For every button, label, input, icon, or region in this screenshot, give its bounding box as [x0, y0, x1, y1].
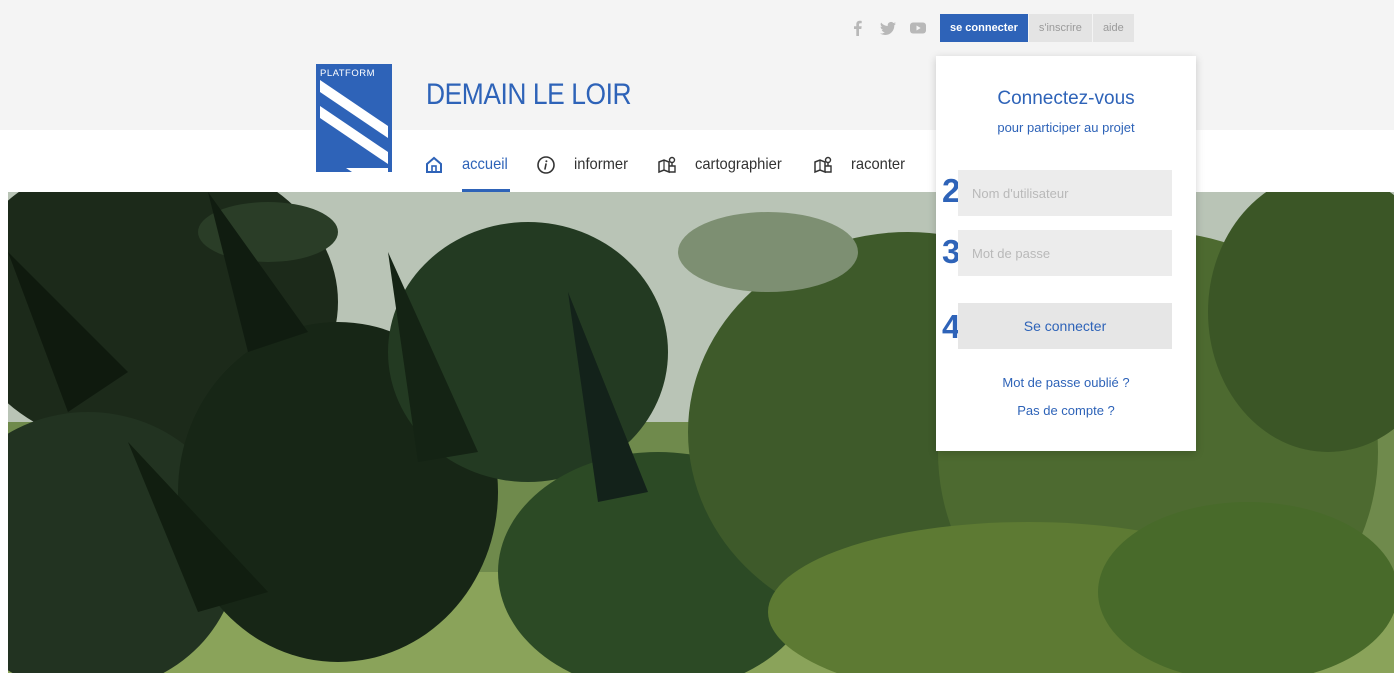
no-account-link[interactable]: Pas de compte ?: [936, 403, 1196, 418]
nav-item-informer[interactable]: informer: [536, 148, 633, 182]
facebook-icon[interactable]: [848, 18, 868, 38]
logo-text: PLATFORM: [320, 68, 376, 79]
login-subtitle: pour participer au projet: [997, 120, 1135, 135]
nav-label-raconter: raconter: [850, 156, 905, 173]
nav-item-raconter[interactable]: raconter: [813, 148, 910, 182]
info-icon: [536, 155, 556, 175]
username-input[interactable]: [958, 170, 1172, 216]
site-title[interactable]: DEMAIN LE LOIR: [426, 78, 632, 112]
home-icon: [424, 155, 444, 175]
account-tabs: se connecter s'inscrire aide: [940, 14, 1134, 42]
twitter-icon[interactable]: [878, 18, 898, 38]
nav-item-cartographier[interactable]: cartographier: [657, 148, 789, 182]
login-tab[interactable]: se connecter: [940, 14, 1028, 42]
nav-active-indicator: [462, 189, 510, 192]
help-tab[interactable]: aide: [1091, 14, 1134, 42]
login-panel: Connectez-vous pour participer au projet…: [936, 56, 1196, 451]
logo-stripes: [320, 80, 388, 172]
forgot-password-link[interactable]: Mot de passe oublié ?: [936, 375, 1196, 390]
login-submit-button[interactable]: Se connecter: [958, 303, 1172, 349]
main-nav: accueil informer cartographier raconter: [424, 148, 933, 192]
login-title: Connectez-vous: [997, 88, 1135, 109]
page: se connecter s'inscrire aide PLATFORM DE…: [0, 0, 1394, 673]
map-pin-icon: [657, 155, 677, 175]
nav-item-accueil[interactable]: accueil: [424, 148, 512, 192]
youtube-icon[interactable]: [908, 18, 928, 38]
nav-label-informer: informer: [573, 156, 628, 173]
site-logo[interactable]: PLATFORM: [316, 64, 392, 172]
password-input[interactable]: [958, 230, 1172, 276]
map-pin-icon: [813, 155, 833, 175]
nav-label-cartographier: cartographier: [694, 156, 782, 173]
nav-label-accueil: accueil: [462, 156, 508, 173]
signup-tab[interactable]: s'inscrire: [1027, 14, 1092, 42]
social-links: [848, 18, 928, 38]
